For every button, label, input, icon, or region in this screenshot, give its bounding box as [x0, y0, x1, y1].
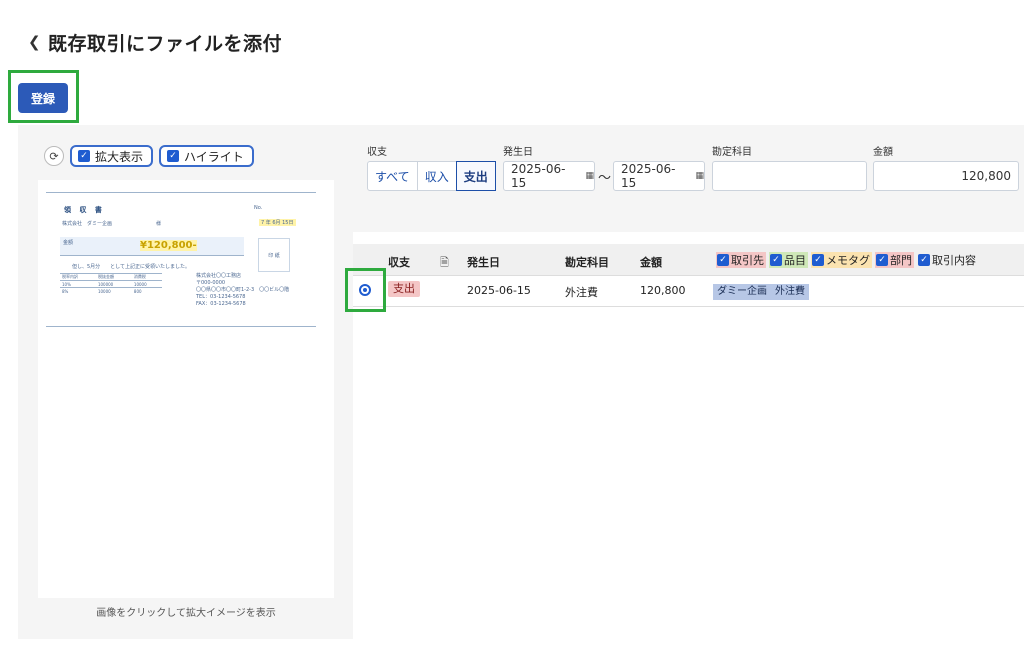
highlight-toggle[interactable]: ✓ ハイライト — [159, 145, 254, 167]
checkbox-checked-icon: ✓ — [918, 254, 930, 266]
amount-filter-input[interactable]: 120,800 — [873, 161, 1019, 191]
column-amount: 金額 — [640, 256, 662, 269]
tag-filters: ✓ 取引先 ✓ 品目 ✓ メモタグ ✓ 部門 ✓ 取引内容 — [716, 252, 978, 268]
table-cell: 10% — [60, 280, 96, 288]
calendar-icon[interactable]: ▦ — [695, 171, 704, 181]
tag-filter-label: 取引先 — [731, 254, 764, 267]
account-filter-label: 勘定科目 — [712, 147, 752, 158]
table-row[interactable] — [353, 276, 1024, 307]
amount-filter-label: 金額 — [873, 147, 893, 158]
date-to-value: 2025-06-15 — [621, 162, 676, 190]
date-from-value: 2025-06-15 — [511, 162, 566, 190]
type-filter: すべて 収入 支出 — [367, 161, 496, 191]
receipt-preview[interactable]: 領 収 書 No. 株式会社 ダミー企画 様 7 年 6月 15日 金額 ¥12… — [38, 180, 334, 598]
account-filter-input[interactable] — [712, 161, 867, 191]
row-account: 外注費 — [565, 286, 598, 299]
receipt-stamp: 印 紙 — [258, 238, 290, 272]
issuer-line: 株式会社〇〇工務店 — [196, 273, 242, 279]
register-button[interactable]: 登録 — [18, 83, 68, 113]
page-header: ❮ 既存取引にファイルを添付 — [28, 30, 283, 55]
type-option-income[interactable]: 収入 — [418, 162, 457, 190]
receipt-sama: 様 — [156, 221, 162, 227]
table-cell: 100000 — [95, 280, 132, 288]
page-title: 既存取引にファイルを添付 — [48, 32, 283, 55]
receipt-amount: ¥120,800- — [140, 240, 197, 251]
checkbox-checked-icon: ✓ — [78, 150, 90, 162]
row-select-radio[interactable] — [359, 284, 371, 296]
tag-filter-label: 部門 — [890, 254, 912, 267]
issuer-line: 〒000-0000 — [196, 280, 226, 286]
date-range-separator: 〜 — [598, 171, 612, 186]
checkbox-checked-icon: ✓ — [812, 254, 824, 266]
checkbox-checked-icon: ✓ — [876, 254, 888, 266]
table-cell: 800 — [131, 287, 162, 295]
type-option-all[interactable]: すべて — [368, 162, 418, 190]
preview-controls: ⟳ ✓ 拡大表示 ✓ ハイライト — [44, 145, 254, 167]
table-cell: 消費税 — [131, 273, 162, 281]
preview-caption: 画像をクリックして拡大イメージを表示 — [96, 608, 276, 619]
tag-filter-label: 品目 — [784, 254, 806, 267]
table-cell: 8% — [60, 287, 96, 295]
issuer-line: TEL：03-1234-5678 — [196, 294, 246, 300]
tag-filter-section[interactable]: ✓ 部門 — [875, 252, 914, 268]
date-to-input[interactable]: 2025-06-15 ▦ — [613, 161, 705, 191]
document-icon: 🗎 — [440, 256, 449, 269]
checkbox-checked-icon: ✓ — [717, 254, 729, 266]
column-date: 発生日 — [467, 256, 500, 269]
receipt-no: No. — [254, 205, 263, 211]
receipt-note: 但し、5月分 として上記正に受領いたしました。 — [72, 264, 191, 270]
date-from-input[interactable]: 2025-06-15 ▦ — [503, 161, 595, 191]
tag-filter-partner[interactable]: ✓ 取引先 — [716, 252, 766, 268]
type-option-expense[interactable]: 支出 — [455, 161, 496, 191]
issuer-line: 〇〇県〇〇市〇〇町1-2-3 〇〇ビル〇階 — [196, 287, 290, 293]
date-filter-label: 発生日 — [503, 147, 533, 158]
row-amount: 120,800 — [640, 284, 686, 297]
type-filter-label: 収支 — [367, 147, 387, 158]
receipt-tax-table: 税率内訳 税抜金額 消費税 10% 100000 10000 8% 10000 800 — [60, 273, 162, 295]
receipt-image: 領 収 書 No. 株式会社 ダミー企画 様 7 年 6月 15日 金額 ¥12… — [46, 192, 316, 327]
chevron-left-icon[interactable]: ❮ — [28, 33, 41, 51]
tag-filter-item[interactable]: ✓ 品目 — [769, 252, 808, 268]
receipt-issuer: 株式会社〇〇工務店 〒000-0000 〇〇県〇〇市〇〇町1-2-3 〇〇ビル〇… — [196, 273, 289, 308]
tag-filter-description[interactable]: ✓ 取引内容 — [917, 252, 978, 268]
tag-filter-memo[interactable]: ✓ メモタグ — [811, 252, 872, 268]
zoom-toggle-label: 拡大表示 — [95, 149, 144, 164]
table-cell: 10000 — [131, 280, 162, 288]
zoom-toggle[interactable]: ✓ 拡大表示 — [70, 145, 154, 167]
table-cell: 税率内訳 — [60, 273, 96, 281]
table-cell: 税抜金額 — [95, 273, 132, 281]
row-partner-tag: ダミー企画 — [717, 286, 767, 297]
rotate-icon[interactable]: ⟳ — [44, 146, 64, 166]
tag-filter-label: 取引内容 — [932, 254, 976, 267]
row-item-tag: 外注費 — [775, 286, 805, 297]
receipt-company: 株式会社 ダミー企画 — [62, 221, 113, 227]
table-cell: 10000 — [95, 287, 132, 295]
checkbox-checked-icon: ✓ — [167, 150, 180, 162]
receipt-date: 7 年 6月 15日 — [259, 219, 296, 226]
calendar-icon[interactable]: ▦ — [585, 171, 594, 181]
receipt-title: 領 収 書 — [64, 206, 105, 214]
column-type: 収支 — [388, 256, 410, 269]
type-badge: 支出 — [388, 281, 420, 297]
receipt-amount-box: 金額 ¥120,800- — [60, 237, 244, 256]
receipt-amount-label: 金額 — [63, 240, 74, 246]
highlight-toggle-label: ハイライト — [184, 149, 244, 164]
row-tags: ダミー企画 外注費 — [713, 284, 809, 300]
column-account: 勘定科目 — [565, 256, 609, 269]
issuer-line: FAX：03-1234-5678 — [196, 301, 246, 307]
checkbox-checked-icon: ✓ — [770, 254, 782, 266]
tag-filter-label: メモタグ — [826, 254, 870, 267]
row-date: 2025-06-15 — [467, 284, 531, 297]
